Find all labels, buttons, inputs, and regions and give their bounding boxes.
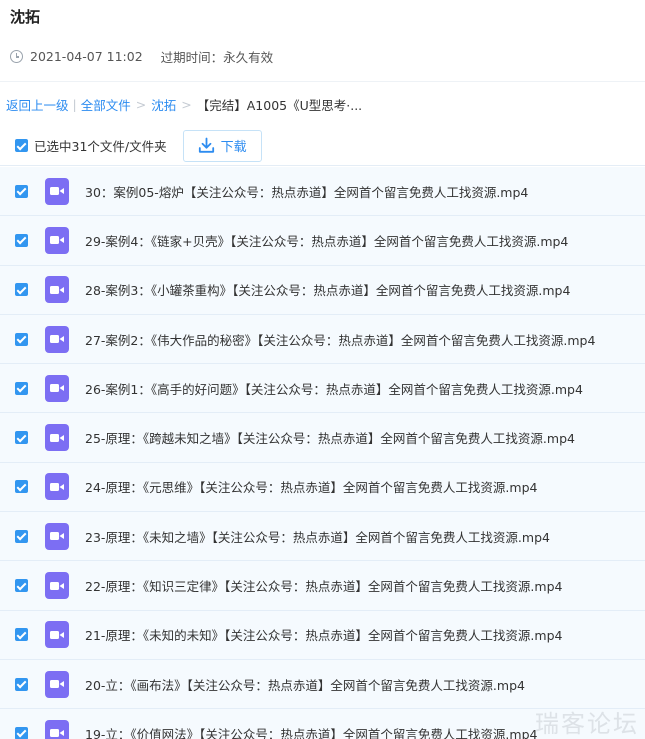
list-item[interactable]: 25-原理：《跨越未知之墙》【关注公众号：热点赤道】全网首个留言免费人工找资源.…: [0, 413, 645, 463]
video-file-icon: [45, 522, 69, 550]
select-all-checkbox[interactable]: [15, 139, 28, 152]
file-name[interactable]: 25-原理：《跨越未知之墙》【关注公众号：热点赤道】全网首个留言免费人工找资源.…: [85, 428, 575, 447]
file-name[interactable]: 24-原理：《元思维》【关注公众号：热点赤道】全网首个留言免费人工找资源.mp4: [85, 477, 537, 496]
chevron-right-icon: >: [181, 96, 192, 112]
row-checkbox[interactable]: [15, 332, 28, 346]
all-files-link[interactable]: 全部文件: [81, 95, 131, 114]
video-file-icon: [45, 473, 69, 501]
list-item[interactable]: 23-原理：《未知之墙》【关注公众号：热点赤道】全网首个留言免费人工找资源.mp…: [0, 512, 645, 562]
list-item[interactable]: 24-原理：《元思维》【关注公众号：热点赤道】全网首个留言免费人工找资源.mp4: [0, 462, 645, 513]
file-name[interactable]: 29-案例4：《链家+贝壳》【关注公众号：热点赤道】全网首个留言免费人工找资源.…: [85, 231, 568, 250]
row-checkbox[interactable]: [15, 579, 28, 593]
row-checkbox[interactable]: [15, 184, 28, 198]
video-file-icon: [45, 177, 69, 205]
selected-count: 已选中31个文件/文件夹: [34, 139, 167, 154]
row-checkbox[interactable]: [15, 628, 28, 642]
list-item[interactable]: 29-案例4：《链家+贝壳》【关注公众号：热点赤道】全网首个留言免费人工找资源.…: [0, 216, 645, 266]
expire-value: 永久有效: [223, 50, 274, 65]
file-name[interactable]: 20-立：《画布法》【关注公众号：热点赤道】全网首个留言免费人工找资源.mp4: [85, 675, 525, 694]
back-link[interactable]: 返回上一级: [6, 95, 69, 114]
clock-icon: [10, 50, 23, 63]
row-checkbox[interactable]: [15, 431, 28, 445]
file-name[interactable]: 22-原理：《知识三定律》【关注公众号：热点赤道】全网首个留言免费人工找资源.m…: [85, 576, 562, 595]
breadcrumb: 返回上一级 | 全部文件 > 沈拓 > 【完结】A1005《U型思考·...: [0, 82, 645, 126]
file-list: 30：案例05-熔炉【关注公众号：热点赤道】全网首个留言免费人工找资源.mp4 …: [0, 167, 645, 739]
list-item[interactable]: 21-原理：《未知的未知》【关注公众号：热点赤道】全网首个留言免费人工找资源.m…: [0, 610, 645, 660]
folder-link[interactable]: 沈拓: [151, 95, 176, 114]
chevron-right-icon: >: [135, 96, 147, 112]
expire-label: 过期时间：: [160, 50, 224, 65]
row-checkbox[interactable]: [15, 529, 28, 543]
row-checkbox[interactable]: [15, 726, 28, 739]
share-header: 沈拓 2021-04-07 11:02 过期时间： 永久有效: [0, 0, 645, 82]
row-checkbox[interactable]: [15, 381, 28, 395]
video-file-icon: [45, 325, 69, 353]
breadcrumb-separator: |: [72, 96, 77, 112]
toolbar: 已选中31个文件/文件夹 下载: [0, 126, 645, 166]
video-file-icon: [45, 226, 69, 254]
file-name[interactable]: 28-案例3：《小罐茶重构》【关注公众号：热点赤道】全网首个留言免费人工找资源.…: [85, 280, 570, 299]
video-file-icon: [45, 719, 69, 739]
share-meta: 2021-04-07 11:02 过期时间： 永久有效: [10, 47, 635, 66]
video-file-icon: [45, 276, 69, 304]
row-checkbox[interactable]: [15, 283, 28, 297]
file-name[interactable]: 23-原理：《未知之墙》【关注公众号：热点赤道】全网首个留言免费人工找资源.mp…: [85, 527, 550, 546]
sharer-name: 沈拓: [10, 8, 41, 26]
list-item[interactable]: 28-案例3：《小罐茶重构》【关注公众号：热点赤道】全网首个留言免费人工找资源.…: [0, 265, 645, 315]
row-checkbox[interactable]: [15, 480, 28, 494]
share-date: 2021-04-07 11:02: [30, 49, 143, 64]
video-file-icon: [45, 374, 69, 402]
file-name[interactable]: 27-案例2：《伟大作品的秘密》【关注公众号：热点赤道】全网首个留言免费人工找资…: [85, 330, 595, 349]
list-item[interactable]: 20-立：《画布法》【关注公众号：热点赤道】全网首个留言免费人工找资源.mp4: [0, 659, 645, 710]
file-name[interactable]: 30：案例05-熔炉【关注公众号：热点赤道】全网首个留言免费人工找资源.mp4: [85, 182, 528, 201]
list-item[interactable]: 22-原理：《知识三定律》【关注公众号：热点赤道】全网首个留言免费人工找资源.m…: [0, 561, 645, 611]
row-checkbox[interactable]: [15, 233, 28, 247]
video-file-icon: [45, 424, 69, 452]
video-file-icon: [45, 670, 69, 698]
current-folder: 【完结】A1005《U型思考·...: [196, 97, 363, 113]
video-file-icon: [45, 621, 69, 649]
download-icon: [198, 137, 214, 153]
file-name[interactable]: 21-原理：《未知的未知》【关注公众号：热点赤道】全网首个留言免费人工找资源.m…: [85, 625, 562, 644]
list-item[interactable]: 30：案例05-熔炉【关注公众号：热点赤道】全网首个留言免费人工找资源.mp4: [0, 167, 645, 217]
file-name[interactable]: 19-立：《价值网法》【关注公众号：热点赤道】全网首个留言免费人工找资源.mp4: [85, 724, 537, 739]
list-item[interactable]: 19-立：《价值网法》【关注公众号：热点赤道】全网首个留言免费人工找资源.mp4: [0, 709, 645, 739]
row-checkbox[interactable]: [15, 677, 28, 691]
video-file-icon: [45, 572, 69, 600]
download-button[interactable]: 下载: [182, 129, 262, 162]
file-name[interactable]: 26-案例1：《高手的好问题》【关注公众号：热点赤道】全网首个留言免费人工找资源…: [85, 379, 583, 398]
list-item[interactable]: 27-案例2：《伟大作品的秘密》【关注公众号：热点赤道】全网首个留言免费人工找资…: [0, 314, 645, 365]
download-label: 下载: [220, 140, 247, 155]
list-item[interactable]: 26-案例1：《高手的好问题》【关注公众号：热点赤道】全网首个留言免费人工找资源…: [0, 364, 645, 414]
